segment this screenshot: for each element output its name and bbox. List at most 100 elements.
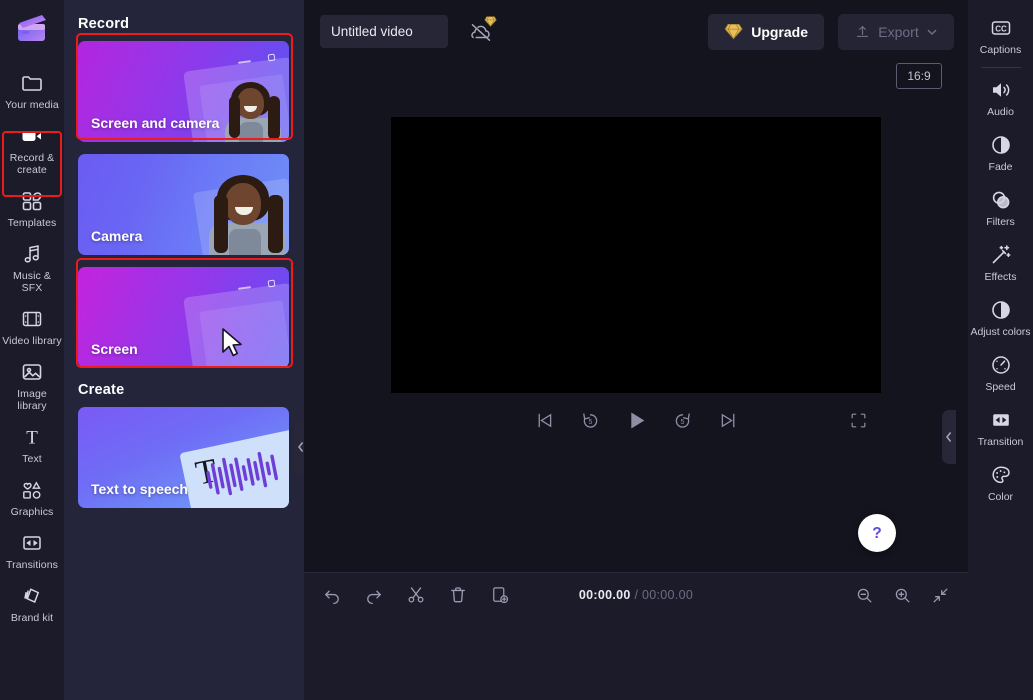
- sidebar-item-text[interactable]: T Text: [1, 418, 63, 471]
- transition-icon: [992, 414, 1009, 426]
- preview-collapse-button[interactable]: [942, 410, 956, 464]
- right-item-transition[interactable]: Transition: [969, 400, 1032, 455]
- upload-icon: [857, 25, 869, 38]
- card-text-to-speech[interactable]: T Text to speech: [78, 407, 289, 508]
- autosave-status-button[interactable]: [464, 15, 498, 49]
- fit-arrows-icon: [933, 588, 947, 602]
- sidebar-item-graphics[interactable]: Graphics: [1, 471, 63, 524]
- right-item-label: Audio: [987, 106, 1014, 118]
- sidebar-item-label: Graphics: [10, 506, 54, 518]
- right-item-label: Fade: [988, 161, 1013, 173]
- sidebar-item-label: Your media: [5, 99, 59, 111]
- clipchamp-editor: Your media Record & create Templates Mus…: [0, 0, 1033, 700]
- chevron-left-icon: [946, 432, 952, 442]
- speaker-icon: [992, 83, 1009, 97]
- help-button[interactable]: ?: [858, 514, 896, 552]
- upgrade-button[interactable]: Upgrade: [708, 13, 824, 50]
- timeline-toolbar: 00:00.00 / 00:00.00: [304, 573, 968, 617]
- sidebar-item-templates[interactable]: Templates: [1, 182, 63, 235]
- right-item-audio[interactable]: Audio: [969, 70, 1032, 125]
- card-label: Text to speech: [91, 481, 188, 497]
- mockup-square-art: [267, 279, 276, 288]
- trash-icon: [451, 587, 465, 603]
- aspect-ratio-button[interactable]: 16:9: [896, 63, 942, 89]
- sidebar-item-image-library[interactable]: Image library: [1, 353, 63, 418]
- sidebar-item-label: Record & create: [9, 152, 55, 176]
- sidebar-item-brand-kit[interactable]: Brand kit: [1, 577, 63, 630]
- clipchamp-logo[interactable]: [12, 8, 52, 48]
- top-toolbar-actions: Upgrade Export: [708, 13, 954, 50]
- transitions-icon: [23, 536, 41, 550]
- right-item-label: Effects: [984, 271, 1017, 283]
- sidebar-item-record-create[interactable]: Record & create: [1, 117, 63, 182]
- zoom-to-fit-button[interactable]: [928, 583, 952, 607]
- record-heading: Record: [78, 16, 130, 32]
- right-item-captions[interactable]: CC Captions: [969, 8, 1032, 63]
- fullscreen-button[interactable]: [845, 407, 871, 433]
- right-item-label: Speed: [985, 381, 1016, 393]
- brand-kit-icon: [24, 588, 40, 604]
- zoom-in-button[interactable]: [890, 583, 914, 607]
- speedometer-icon: [991, 356, 1010, 374]
- fullscreen-icon: [851, 413, 865, 427]
- record-and-create-panel: Record Screen and camera Camera Screen C…: [64, 0, 308, 700]
- image-icon: [22, 364, 42, 380]
- sidebar-item-label: Brand kit: [10, 612, 54, 624]
- right-item-effects[interactable]: Effects: [969, 235, 1032, 290]
- sidebar-item-label: Templates: [7, 217, 57, 229]
- redo-button[interactable]: [362, 583, 386, 607]
- split-button[interactable]: [404, 583, 428, 607]
- svg-text:5: 5: [588, 419, 592, 426]
- scissors-icon: [408, 587, 424, 603]
- sidebar-item-music-sfx[interactable]: Music & SFX: [1, 235, 63, 300]
- export-button[interactable]: Export: [838, 13, 954, 50]
- sidebar-item-your-media[interactable]: Your media: [1, 64, 63, 117]
- sidebar-item-transitions[interactable]: Transitions: [1, 524, 63, 577]
- total-time: 00:00.00: [642, 588, 694, 602]
- skip-start-icon: [538, 413, 551, 427]
- shapes-icon: [23, 481, 41, 499]
- mouse-cursor-icon: [222, 328, 242, 357]
- right-item-filters[interactable]: Filters: [969, 180, 1032, 235]
- right-item-label: Filters: [986, 216, 1015, 228]
- mockup-square-art: [267, 53, 276, 62]
- right-item-adjust-colors[interactable]: Adjust colors: [969, 290, 1032, 345]
- right-sidebar: CC Captions Audio Fade Filters Effects A…: [968, 0, 1033, 700]
- card-screen-and-camera[interactable]: Screen and camera: [78, 41, 289, 142]
- player-controls: 5 5: [391, 396, 881, 444]
- zoom-out-button[interactable]: [852, 583, 876, 607]
- editor-main: Untitled video Upgrade Export 16:9 5 5 ?…: [304, 0, 968, 700]
- undo-button[interactable]: [320, 583, 344, 607]
- templates-icon: [22, 192, 42, 211]
- card-screen[interactable]: Screen: [78, 267, 289, 368]
- aspect-ratio-row: 16:9: [304, 63, 968, 97]
- play-button[interactable]: [623, 407, 649, 433]
- svg-text:?: ?: [872, 525, 882, 542]
- project-title-input[interactable]: Untitled video: [320, 15, 448, 48]
- project-title-text: Untitled video: [331, 24, 413, 39]
- skip-end-icon: [721, 413, 734, 427]
- rewind-5s-button[interactable]: 5: [577, 407, 603, 433]
- right-item-speed[interactable]: Speed: [969, 345, 1032, 400]
- card-label: Camera: [91, 228, 143, 244]
- right-item-label: Transition: [977, 436, 1024, 448]
- duplicate-button[interactable]: [488, 583, 512, 607]
- export-label: Export: [878, 23, 919, 40]
- create-heading: Create: [78, 382, 125, 398]
- skip-to-start-button[interactable]: [531, 407, 557, 433]
- sidebar-item-video-library[interactable]: Video library: [1, 300, 63, 353]
- right-item-fade[interactable]: Fade: [969, 125, 1032, 180]
- film-strip-icon: [22, 311, 42, 327]
- skip-to-end-button[interactable]: [715, 407, 741, 433]
- redo-icon: [367, 590, 381, 605]
- delete-button[interactable]: [446, 583, 470, 607]
- forward-5s-button[interactable]: 5: [669, 407, 695, 433]
- sidebar-item-label: Transitions: [5, 559, 59, 571]
- right-item-label: Adjust colors: [970, 326, 1031, 338]
- card-camera[interactable]: Camera: [78, 154, 289, 255]
- sidebar-item-label: Video library: [2, 335, 62, 347]
- right-item-label: Captions: [979, 44, 1022, 56]
- video-preview-canvas[interactable]: [391, 117, 881, 393]
- right-item-color[interactable]: Color: [969, 455, 1032, 510]
- magnifier-plus-icon: [895, 588, 909, 602]
